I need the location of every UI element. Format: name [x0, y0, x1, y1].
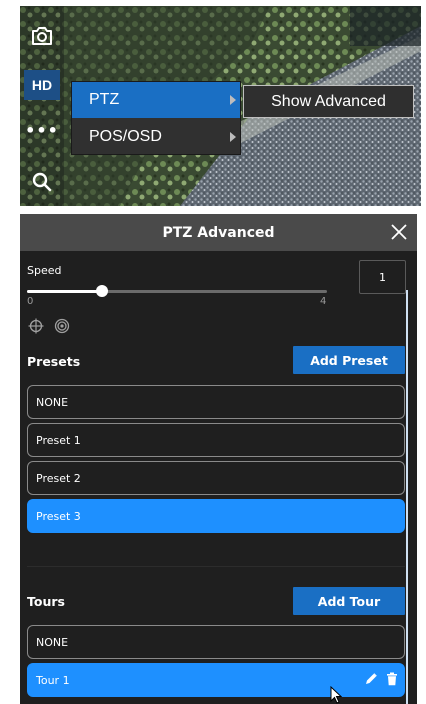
speed-slider-track[interactable]	[27, 290, 327, 293]
speed-slider-fill	[27, 290, 102, 293]
list-item-label: Preset 1	[36, 433, 81, 447]
tour-row-actions	[364, 672, 398, 686]
submenu-arrow-icon	[230, 132, 236, 142]
menu-item-label: PTZ	[89, 91, 120, 108]
presets-title: Presets	[27, 354, 81, 369]
speed-value-input[interactable]: 1	[359, 260, 406, 294]
tour-item-none[interactable]: NONE	[27, 625, 405, 659]
edit-pencil-icon[interactable]	[364, 672, 378, 686]
section-divider	[27, 566, 405, 567]
panel-title: PTZ Advanced	[162, 224, 275, 241]
snapshot-camera-button[interactable]	[26, 20, 58, 52]
add-tour-button[interactable]: Add Tour	[293, 587, 405, 615]
menu-item-label: POS/OSD	[89, 128, 162, 145]
hd-quality-button[interactable]: HD	[24, 70, 60, 100]
preset-item-2[interactable]: Preset 2	[27, 461, 405, 495]
more-options-button[interactable]: •••	[25, 120, 58, 140]
context-menu: PTZ POS/OSD	[71, 81, 241, 155]
list-item-label: Preset 3	[36, 509, 81, 523]
preset-item-none[interactable]: NONE	[27, 385, 405, 419]
list-item-label: NONE	[36, 395, 69, 409]
search-button[interactable]	[26, 166, 58, 198]
show-advanced-menu-item[interactable]: Show Advanced	[243, 85, 414, 118]
add-preset-button[interactable]: Add Preset	[293, 346, 405, 374]
speed-slider-thumb[interactable]	[96, 285, 108, 297]
speed-min-label: 0	[27, 296, 34, 307]
camera-view[interactable]: HD ••• PTZ POS/OSD Show Advanced	[20, 6, 421, 206]
speed-max-label: 4	[320, 296, 327, 307]
menu-item-ptz[interactable]: PTZ	[72, 82, 240, 118]
list-item-label: NONE	[36, 635, 69, 649]
tour-item-1[interactable]: Tour 1	[27, 663, 405, 697]
delete-trash-icon[interactable]	[386, 672, 398, 686]
search-icon	[32, 172, 52, 192]
close-icon	[391, 224, 407, 240]
ptz-advanced-panel: PTZ Advanced Speed 0 4 1 Presets Add Pre…	[20, 214, 417, 704]
speed-label: Speed	[27, 264, 62, 277]
camera-icon	[32, 27, 52, 45]
panel-scrollbar[interactable]	[406, 290, 408, 704]
menu-item-pos-osd[interactable]: POS/OSD	[72, 119, 240, 155]
submenu-arrow-icon	[230, 95, 236, 105]
mouse-cursor-icon	[330, 686, 342, 704]
close-button[interactable]	[387, 220, 411, 244]
list-item-label: Tour 1	[36, 673, 70, 687]
crosshair-icon[interactable]	[28, 318, 44, 334]
target-icon[interactable]	[54, 318, 70, 334]
preset-item-1[interactable]: Preset 1	[27, 423, 405, 457]
list-item-label: Preset 2	[36, 471, 81, 485]
preset-item-3[interactable]: Preset 3	[27, 499, 405, 533]
tours-title: Tours	[27, 594, 65, 609]
